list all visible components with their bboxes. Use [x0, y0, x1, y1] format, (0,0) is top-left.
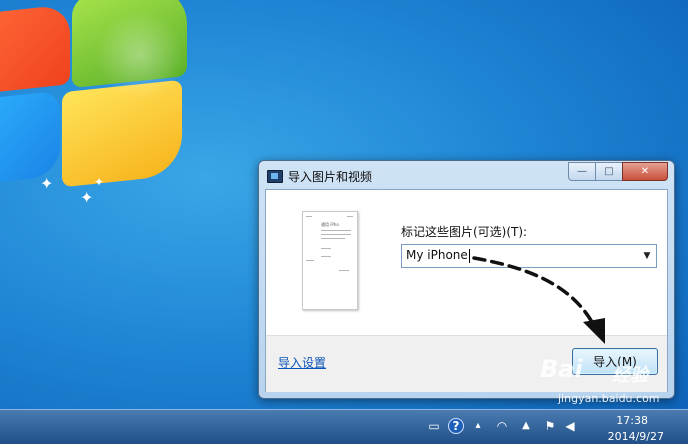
- dialog-content: 通用 iPho 标记这些图片(可选)(T): My iPhone ▼: [266, 190, 667, 335]
- tag-combobox[interactable]: My iPhone ▼: [401, 244, 657, 268]
- import-settings-link[interactable]: 导入设置: [278, 354, 326, 371]
- clock-date[interactable]: 2014/9/27: [608, 430, 664, 443]
- sparkle-icon: ✦: [94, 175, 105, 189]
- chevron-down-icon[interactable]: ▼: [638, 245, 656, 267]
- tag-input-value: My iPhone: [406, 248, 468, 262]
- baidu-watermark-text: 经验: [612, 365, 648, 386]
- close-button[interactable]: ✕: [622, 162, 668, 181]
- device-thumbnail: 通用 iPho: [302, 211, 358, 310]
- windows-logo: ✦ ✦ ✦: [0, 0, 240, 240]
- dialog-client: 通用 iPho 标记这些图片(可选)(T): My iPhone ▼ 导入设置 …: [265, 189, 668, 392]
- network-status-icon[interactable]: ▴: [470, 418, 486, 434]
- thumbnail-title: 通用 iPho: [321, 222, 339, 227]
- show-hidden-icons-icon[interactable]: ▲: [518, 418, 534, 434]
- baidu-watermark-url: jingyan.baidu.com: [558, 392, 660, 405]
- system-tray: ▭ ? ▴ ◠ ▲ ⚑ ◀ 17:38 2014/9/27: [418, 410, 688, 444]
- dialog-footer: 导入设置 导入(M): [266, 335, 667, 392]
- wifi-icon[interactable]: ◠: [494, 418, 510, 434]
- taskbar: ▭ ? ▴ ◠ ▲ ⚑ ◀ 17:38 2014/9/27: [0, 409, 688, 444]
- logo-pane-blue: [0, 90, 60, 187]
- sparkle-icon: ✦: [80, 188, 94, 207]
- dialog-titlebar[interactable]: 导入图片和视频 — □ ✕: [259, 161, 674, 189]
- minimize-button[interactable]: —: [568, 162, 596, 181]
- logo-halo: [95, 10, 185, 100]
- tag-label: 标记这些图片(可选)(T):: [401, 225, 528, 239]
- sparkle-icon: ✦: [40, 174, 54, 193]
- clock-time[interactable]: 17:38: [616, 414, 648, 427]
- keyboard-icon[interactable]: ▭: [426, 418, 442, 434]
- text-caret: [468, 248, 470, 263]
- logo-pane-red: [0, 4, 70, 96]
- dialog-title: 导入图片和视频: [288, 170, 373, 184]
- caption-buttons: — □ ✕: [568, 162, 668, 181]
- maximize-button[interactable]: □: [595, 162, 623, 181]
- action-center-icon[interactable]: ⚑: [542, 418, 558, 434]
- camera-icon: [267, 170, 283, 183]
- volume-icon[interactable]: ◀: [562, 418, 578, 434]
- help-icon[interactable]: ?: [448, 418, 464, 434]
- baidu-watermark-logo: Bai: [540, 355, 583, 383]
